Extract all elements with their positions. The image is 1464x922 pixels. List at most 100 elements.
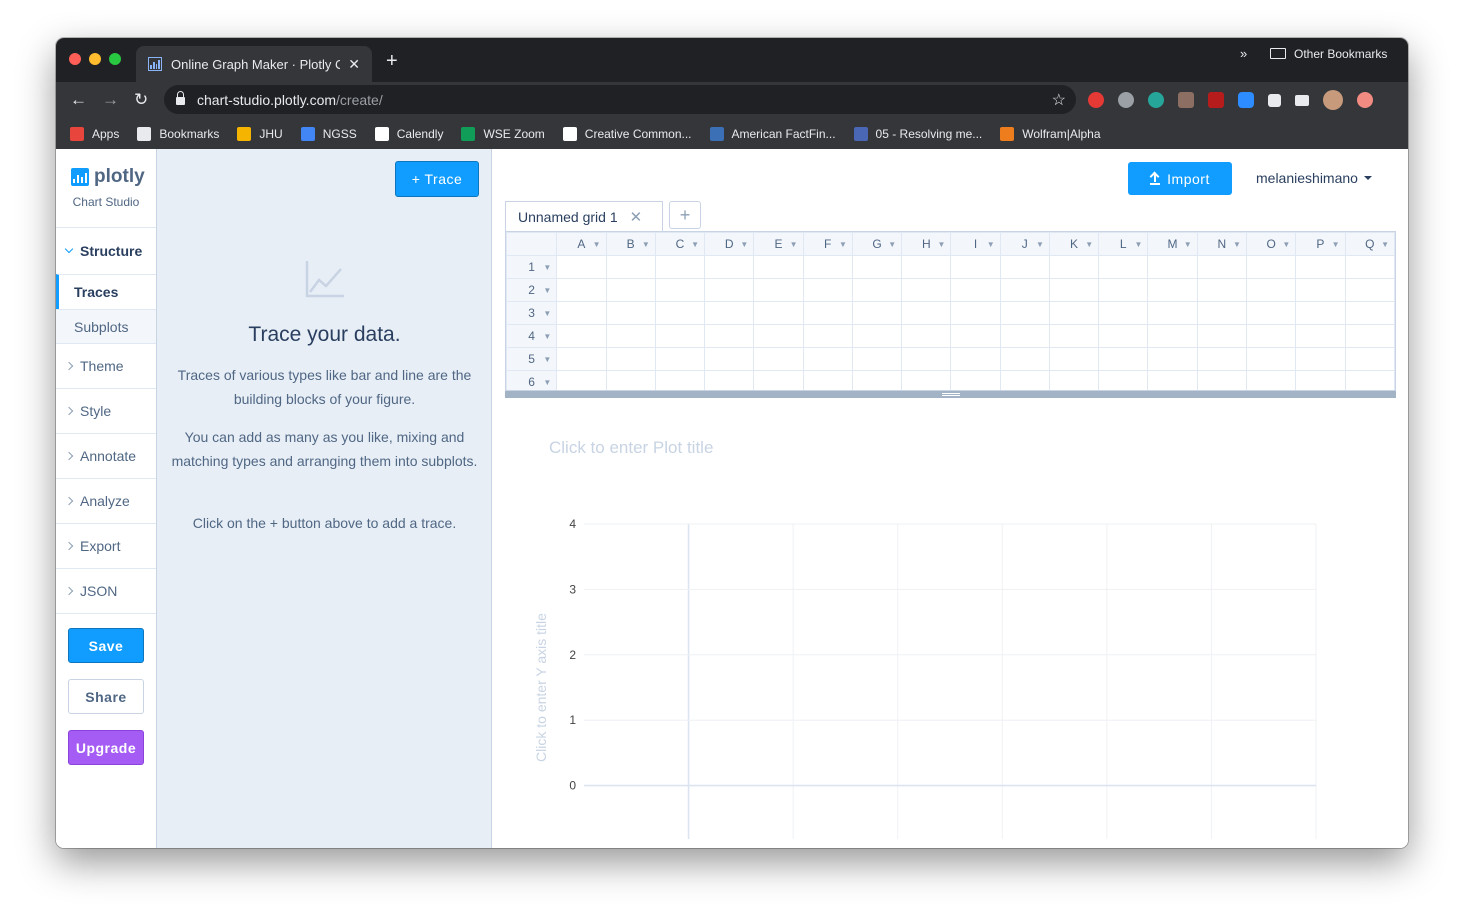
grid-cell[interactable] [654,324,706,348]
sidebar-item-subplots[interactable]: Subplots [56,309,156,344]
row-menu-icon[interactable]: ▼ [543,332,551,341]
share-button[interactable]: Share [68,679,144,714]
column-menu-icon[interactable]: ▼ [1036,240,1044,249]
grid-cell[interactable] [851,347,903,371]
grid-cell[interactable] [901,324,952,348]
row-header[interactable]: 2 ▼ [506,278,558,302]
column-header[interactable]: G ▼ [851,232,903,256]
upgrade-button[interactable]: Upgrade [68,730,144,765]
column-menu-icon[interactable]: ▼ [642,240,650,249]
bookmark-item[interactable]: WSE Zoom [461,126,545,141]
row-menu-icon[interactable]: ▼ [543,263,551,272]
close-tab-icon[interactable]: ✕ [348,56,360,73]
minimize-window-button[interactable] [89,53,101,65]
column-header[interactable]: L ▼ [1098,232,1149,256]
column-menu-icon[interactable]: ▼ [888,240,896,249]
grid-cell[interactable] [950,278,1001,302]
grid-cell[interactable] [950,301,1001,325]
grid-cell[interactable] [1295,324,1346,348]
save-button[interactable]: Save [68,628,144,663]
grid-cell[interactable] [1196,370,1247,390]
sidebar-group-json[interactable]: JSON [56,568,156,614]
grid-cell[interactable] [1344,255,1395,279]
forward-icon[interactable]: → [102,90,119,110]
grid-cell[interactable] [1344,278,1395,302]
grid-cell[interactable] [1098,301,1149,325]
sidebar-group-export[interactable]: Export [56,523,156,568]
column-menu-icon[interactable]: ▼ [938,240,946,249]
bookmark-item[interactable]: Wolfram|Alpha [1000,126,1101,141]
grid-cell[interactable] [654,255,706,279]
grid-cell[interactable] [1098,347,1149,371]
column-header[interactable]: J ▼ [999,232,1050,256]
puzzle-icon[interactable] [1268,93,1281,107]
grid-cell[interactable] [999,255,1050,279]
grid-cell[interactable] [851,278,903,302]
row-menu-icon[interactable]: ▼ [543,309,551,318]
column-header[interactable]: E ▼ [753,232,804,256]
grid-cell[interactable] [1295,278,1346,302]
reading-list-icon[interactable] [1295,94,1309,106]
grid-cell[interactable] [901,278,952,302]
plot-title[interactable]: Click to enter Plot title [549,438,713,458]
row-header[interactable]: 4 ▼ [506,324,558,348]
row-header[interactable]: 6 ▼ [506,370,558,390]
bookmark-item[interactable]: 05 - Resolving me... [853,126,982,141]
grid-cell[interactable] [802,301,853,325]
column-header[interactable]: A ▼ [556,232,607,256]
grid-cell[interactable] [1098,324,1149,348]
grid-cell[interactable] [1048,301,1100,325]
grid-cell[interactable] [753,347,804,371]
grid-cell[interactable] [654,370,706,390]
grid-cell[interactable] [1048,324,1100,348]
grid-cell[interactable] [1147,301,1198,325]
y-axis-title[interactable]: Click to enter Y axis title [533,613,549,762]
close-grid-icon[interactable]: ✕ [630,208,643,226]
column-header[interactable]: B ▼ [605,232,656,256]
grid-cell[interactable] [999,278,1050,302]
grid-cell[interactable] [1048,370,1100,390]
grid-cell[interactable] [1245,278,1297,302]
row-menu-icon[interactable]: ▼ [543,378,551,387]
sidebar-group-theme[interactable]: Theme [56,343,156,388]
grid-cell[interactable] [950,370,1001,390]
grid-cell[interactable] [556,301,607,325]
row-menu-icon[interactable]: ▼ [543,286,551,295]
reload-icon[interactable]: ↻ [134,90,148,110]
grid-cell[interactable] [704,255,755,279]
column-menu-icon[interactable]: ▼ [691,240,699,249]
grid-cell[interactable] [1147,278,1198,302]
browser-tab[interactable]: Online Graph Maker · Plotly Ch ✕ [136,46,372,82]
column-menu-icon[interactable]: ▼ [740,240,748,249]
grid-cell[interactable] [1098,370,1149,390]
row-header[interactable]: 3 ▼ [506,301,558,325]
new-tab-button[interactable]: + [386,51,398,71]
address-bar[interactable]: chart-studio.plotly.com/create/ ☆ [164,85,1076,114]
grid-cell[interactable] [1344,301,1395,325]
grid-cell[interactable] [654,347,706,371]
sidebar-group-analyze[interactable]: Analyze [56,478,156,523]
grid-cell[interactable] [802,278,853,302]
zoom-extension-icon[interactable] [1238,92,1254,108]
grid-cell[interactable] [851,301,903,325]
extension-icon[interactable] [1148,92,1164,108]
import-button[interactable]: Import [1128,162,1232,195]
column-menu-icon[interactable]: ▼ [790,240,798,249]
zoom-window-button[interactable] [109,53,121,65]
grid-cell[interactable] [999,324,1050,348]
grid-cell[interactable] [605,347,656,371]
grid-cell[interactable] [605,255,656,279]
column-header[interactable]: D ▼ [704,232,755,256]
grid-cell[interactable] [1098,278,1149,302]
grid-cell[interactable] [802,370,853,390]
data-grid[interactable]: A ▼ B ▼ C ▼ D ▼ E ▼ F ▼ G ▼ H ▼ I ▼ J ▼ K ▼ L ▼ M ▼ N ▼ O ▼ P ▼ Q ▼ 1 ▼ 2 ▼ 3 ▼… [505,231,1396,391]
grid-cell[interactable] [851,255,903,279]
grid-cell[interactable] [901,347,952,371]
grid-cell[interactable] [654,278,706,302]
column-menu-icon[interactable]: ▼ [1332,240,1340,249]
column-header[interactable]: K ▼ [1048,232,1100,256]
bookmark-item[interactable]: Creative Common... [562,126,692,141]
column-header[interactable]: Q ▼ [1344,232,1395,256]
row-menu-icon[interactable]: ▼ [543,355,551,364]
grid-cell[interactable] [851,370,903,390]
